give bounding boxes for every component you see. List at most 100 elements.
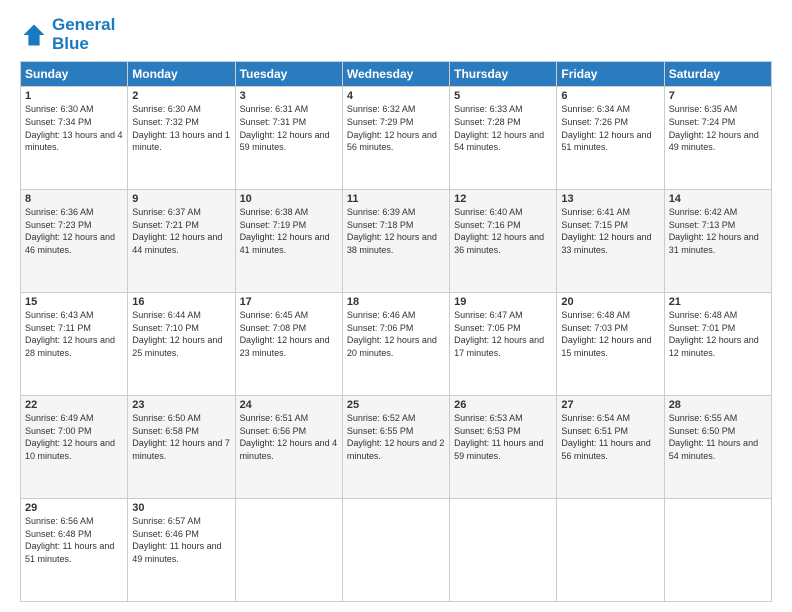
table-row: 26 Sunrise: 6:53 AMSunset: 6:53 PMDayligh… <box>450 396 557 499</box>
table-row: 9Sunrise: 6:37 AMSunset: 7:21 PMDaylight… <box>128 190 235 293</box>
table-row: 25Sunrise: 6:52 AMSunset: 6:55 PMDayligh… <box>342 396 449 499</box>
day-info: Sunrise: 6:44 AMSunset: 7:10 PMDaylight:… <box>132 310 222 358</box>
day-info: Sunrise: 6:55 AMSunset: 6:50 PMDaylight:… <box>669 413 758 461</box>
day-info: Sunrise: 6:42 AMSunset: 7:13 PMDaylight:… <box>669 207 759 255</box>
day-number: 16 <box>132 296 230 308</box>
table-row: 7 Sunrise: 6:35 AMSunset: 7:24 PMDaylight… <box>664 87 771 190</box>
table-row: 12 Sunrise: 6:40 AMSunset: 7:16 PMDayligh… <box>450 190 557 293</box>
table-row <box>342 499 449 602</box>
day-number: 1 <box>25 90 123 102</box>
day-info: Sunrise: 6:45 AMSunset: 7:08 PMDaylight:… <box>240 310 330 358</box>
day-number: 17 <box>240 296 338 308</box>
table-row: 19 Sunrise: 6:47 AMSunset: 7:05 PMDayligh… <box>450 293 557 396</box>
day-number: 2 <box>132 90 230 102</box>
table-row: 29 Sunrise: 6:56 AMSunset: 6:48 PMDayligh… <box>21 499 128 602</box>
day-number: 21 <box>669 296 767 308</box>
col-sunday: Sunday <box>21 62 128 87</box>
day-info: Sunrise: 6:31 AMSunset: 7:31 PMDaylight:… <box>240 104 330 152</box>
day-number: 30 <box>132 502 230 514</box>
day-number: 18 <box>347 296 445 308</box>
day-info: Sunrise: 6:43 AMSunset: 7:11 PMDaylight:… <box>25 310 115 358</box>
header: General Blue <box>20 16 772 53</box>
day-number: 22 <box>25 399 123 411</box>
day-number: 26 <box>454 399 552 411</box>
day-number: 4 <box>347 90 445 102</box>
day-info: Sunrise: 6:37 AMSunset: 7:21 PMDaylight:… <box>132 207 222 255</box>
table-row: 5Sunrise: 6:33 AMSunset: 7:28 PMDaylight… <box>450 87 557 190</box>
table-row: 17 Sunrise: 6:45 AMSunset: 7:08 PMDayligh… <box>235 293 342 396</box>
table-row: 23Sunrise: 6:50 AMSunset: 6:58 PMDayligh… <box>128 396 235 499</box>
table-row: 14 Sunrise: 6:42 AMSunset: 7:13 PMDayligh… <box>664 190 771 293</box>
day-info: Sunrise: 6:30 AMSunset: 7:32 PMDaylight:… <box>132 104 230 152</box>
calendar-header: Sunday Monday Tuesday Wednesday Thursday… <box>21 62 772 87</box>
table-row: 13 Sunrise: 6:41 AMSunset: 7:15 PMDayligh… <box>557 190 664 293</box>
day-info: Sunrise: 6:36 AMSunset: 7:23 PMDaylight:… <box>25 207 115 255</box>
day-info: Sunrise: 6:53 AMSunset: 6:53 PMDaylight:… <box>454 413 543 461</box>
logo-icon <box>20 21 48 49</box>
table-row: 2 Sunrise: 6:30 AMSunset: 7:32 PMDaylight… <box>128 87 235 190</box>
table-row: 24 Sunrise: 6:51 AMSunset: 6:56 PMDayligh… <box>235 396 342 499</box>
day-number: 13 <box>561 193 659 205</box>
table-row: 3 Sunrise: 6:31 AMSunset: 7:31 PMDaylight… <box>235 87 342 190</box>
day-number: 8 <box>25 193 123 205</box>
table-row: 28 Sunrise: 6:55 AMSunset: 6:50 PMDayligh… <box>664 396 771 499</box>
day-number: 24 <box>240 399 338 411</box>
page: General Blue Sunday Monday Tuesday Wedne… <box>0 0 792 612</box>
table-row: 18 Sunrise: 6:46 AMSunset: 7:06 PMDayligh… <box>342 293 449 396</box>
table-row: 11 Sunrise: 6:39 AMSunset: 7:18 PMDayligh… <box>342 190 449 293</box>
day-info: Sunrise: 6:30 AMSunset: 7:34 PMDaylight:… <box>25 104 123 152</box>
table-row: 22 Sunrise: 6:49 AMSunset: 7:00 PMDayligh… <box>21 396 128 499</box>
table-row: 21 Sunrise: 6:48 AMSunset: 7:01 PMDayligh… <box>664 293 771 396</box>
logo-text: General Blue <box>52 16 115 53</box>
day-number: 23 <box>132 399 230 411</box>
day-info: Sunrise: 6:38 AMSunset: 7:19 PMDaylight:… <box>240 207 330 255</box>
day-number: 7 <box>669 90 767 102</box>
table-row: 8 Sunrise: 6:36 AMSunset: 7:23 PMDaylight… <box>21 190 128 293</box>
col-thursday: Thursday <box>450 62 557 87</box>
day-info: Sunrise: 6:48 AMSunset: 7:01 PMDaylight:… <box>669 310 759 358</box>
table-row: 4 Sunrise: 6:32 AMSunset: 7:29 PMDaylight… <box>342 87 449 190</box>
table-row: 30 Sunrise: 6:57 AMSunset: 6:46 PMDayligh… <box>128 499 235 602</box>
day-number: 6 <box>561 90 659 102</box>
day-number: 19 <box>454 296 552 308</box>
day-info: Sunrise: 6:40 AMSunset: 7:16 PMDaylight:… <box>454 207 544 255</box>
day-number: 25 <box>347 399 445 411</box>
table-row <box>450 499 557 602</box>
day-info: Sunrise: 6:54 AMSunset: 6:51 PMDaylight:… <box>561 413 650 461</box>
table-row: 16 Sunrise: 6:44 AMSunset: 7:10 PMDayligh… <box>128 293 235 396</box>
table-row: 1 Sunrise: 6:30 AMSunset: 7:34 PMDaylight… <box>21 87 128 190</box>
table-row <box>235 499 342 602</box>
day-number: 5 <box>454 90 552 102</box>
col-saturday: Saturday <box>664 62 771 87</box>
day-number: 20 <box>561 296 659 308</box>
day-info: Sunrise: 6:47 AMSunset: 7:05 PMDaylight:… <box>454 310 544 358</box>
day-info: Sunrise: 6:48 AMSunset: 7:03 PMDaylight:… <box>561 310 651 358</box>
day-info: Sunrise: 6:34 AMSunset: 7:26 PMDaylight:… <box>561 104 651 152</box>
calendar-table: Sunday Monday Tuesday Wednesday Thursday… <box>20 61 772 602</box>
calendar-body: 1 Sunrise: 6:30 AMSunset: 7:34 PMDaylight… <box>21 87 772 602</box>
col-monday: Monday <box>128 62 235 87</box>
col-friday: Friday <box>557 62 664 87</box>
day-info: Sunrise: 6:57 AMSunset: 6:46 PMDaylight:… <box>132 516 221 564</box>
table-row: 27 Sunrise: 6:54 AMSunset: 6:51 PMDayligh… <box>557 396 664 499</box>
day-info: Sunrise: 6:35 AMSunset: 7:24 PMDaylight:… <box>669 104 759 152</box>
table-row: 20 Sunrise: 6:48 AMSunset: 7:03 PMDayligh… <box>557 293 664 396</box>
table-row <box>557 499 664 602</box>
day-info: Sunrise: 6:41 AMSunset: 7:15 PMDaylight:… <box>561 207 651 255</box>
day-number: 12 <box>454 193 552 205</box>
col-tuesday: Tuesday <box>235 62 342 87</box>
day-number: 15 <box>25 296 123 308</box>
day-number: 27 <box>561 399 659 411</box>
day-info: Sunrise: 6:49 AMSunset: 7:00 PMDaylight:… <box>25 413 115 461</box>
day-info: Sunrise: 6:56 AMSunset: 6:48 PMDaylight:… <box>25 516 114 564</box>
day-info: Sunrise: 6:32 AMSunset: 7:29 PMDaylight:… <box>347 104 437 152</box>
day-number: 28 <box>669 399 767 411</box>
day-number: 14 <box>669 193 767 205</box>
day-info: Sunrise: 6:39 AMSunset: 7:18 PMDaylight:… <box>347 207 437 255</box>
day-info: Sunrise: 6:51 AMSunset: 6:56 PMDaylight:… <box>240 413 338 461</box>
day-info: Sunrise: 6:46 AMSunset: 7:06 PMDaylight:… <box>347 310 437 358</box>
day-number: 11 <box>347 193 445 205</box>
table-row: 10Sunrise: 6:38 AMSunset: 7:19 PMDayligh… <box>235 190 342 293</box>
day-number: 3 <box>240 90 338 102</box>
day-number: 29 <box>25 502 123 514</box>
